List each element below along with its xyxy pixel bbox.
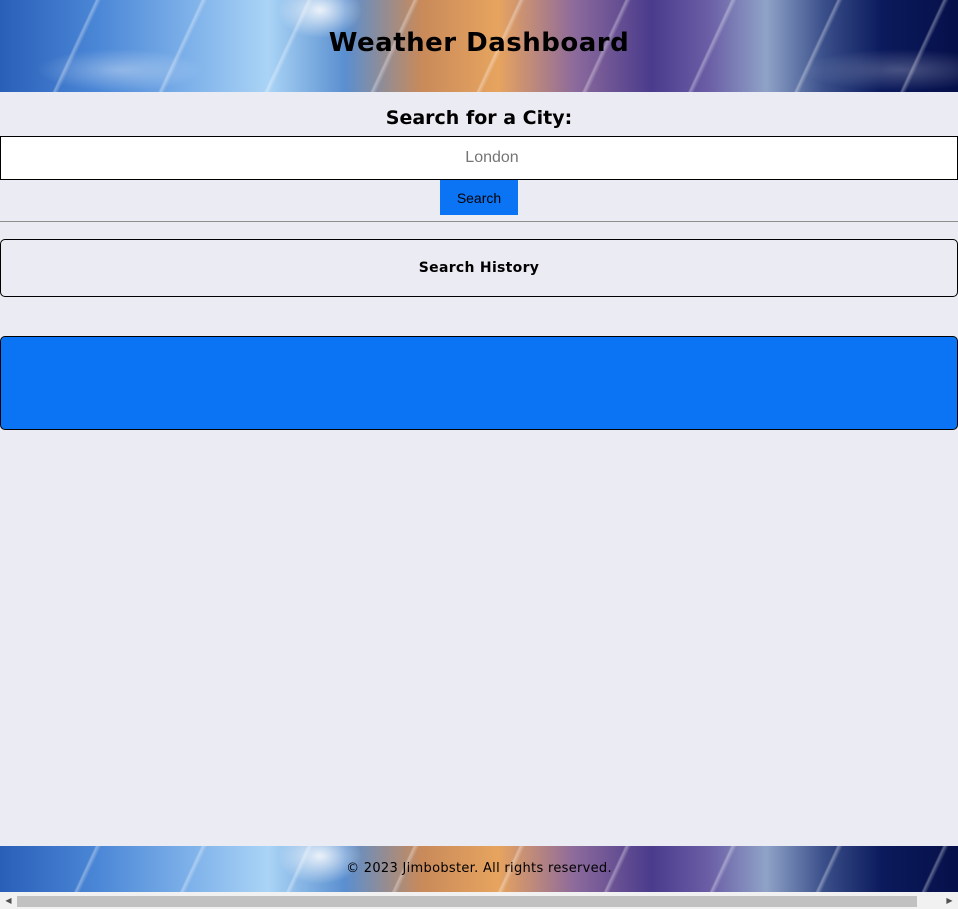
header-banner: Weather Dashboard xyxy=(0,0,958,92)
search-history-panel: Search History xyxy=(0,239,958,297)
search-history-title: Search History xyxy=(418,260,540,276)
divider xyxy=(0,221,958,222)
search-button[interactable]: Search xyxy=(440,180,518,215)
horizontal-scrollbar[interactable]: ◀ ▶ xyxy=(0,892,958,909)
footer-copyright: © 2023 Jimbobster. All rights reserved. xyxy=(346,861,612,876)
footer-banner: © 2023 Jimbobster. All rights reserved. xyxy=(0,846,958,892)
page-title: Weather Dashboard xyxy=(328,28,630,58)
current-weather-panel xyxy=(0,336,958,430)
city-search-input[interactable] xyxy=(0,136,958,180)
scroll-right-arrow-icon[interactable]: ▶ xyxy=(941,892,958,909)
scroll-left-arrow-icon[interactable]: ◀ xyxy=(0,892,17,909)
search-label: Search for a City: xyxy=(385,107,573,129)
scrollbar-thumb[interactable] xyxy=(17,896,917,907)
